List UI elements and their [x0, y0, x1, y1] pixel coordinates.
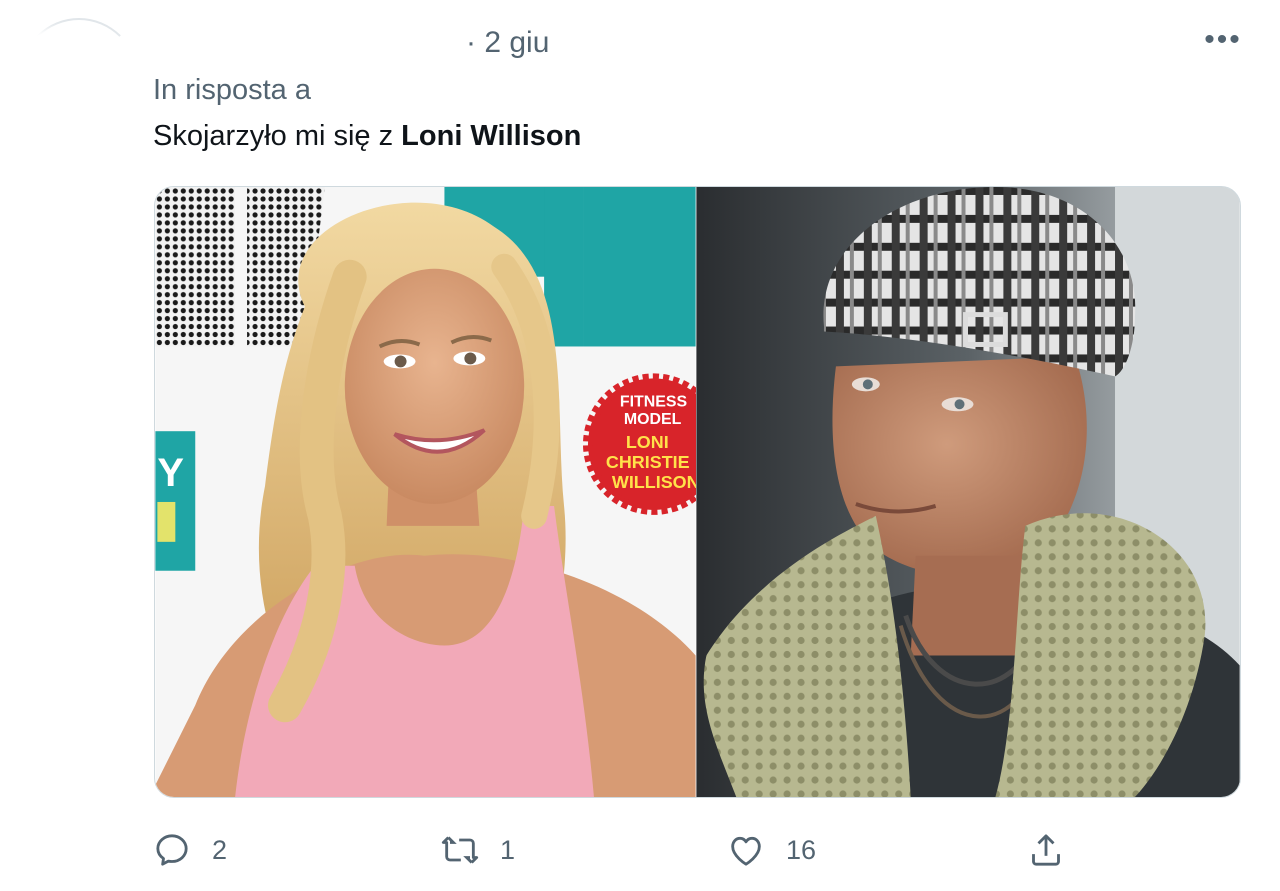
retweet-count: 1 [500, 834, 516, 865]
redaction-avatar [0, 30, 140, 126]
badge-line-5: WILLISON [612, 472, 696, 492]
tweet-timestamp[interactable]: · 2 giu [466, 26, 549, 60]
media-image-right[interactable] [696, 187, 1240, 797]
like-count: 16 [786, 834, 817, 865]
retweet-icon [441, 836, 479, 864]
reply-prefix: In risposta a [153, 74, 311, 106]
svg-text:Y: Y [157, 451, 184, 495]
badge-line-4: CHRISTIE [606, 452, 690, 472]
tweet-actions: 2 1 16 [0, 826, 1280, 874]
reply-count: 2 [212, 834, 228, 865]
tweet-media[interactable]: Y FITNESS MODEL LONI CHRISTIE WILLISON [154, 186, 1241, 798]
more-options-icon[interactable]: ••• [1198, 20, 1248, 60]
redaction-username [130, 8, 460, 68]
badge-line-2: MODEL [624, 411, 682, 428]
redaction-reply-handle [338, 62, 508, 114]
badge-line-3: LONI [626, 432, 669, 452]
reply-button[interactable]: 2 [152, 826, 227, 874]
retweet-button[interactable]: 1 [440, 826, 515, 874]
tweet-text-prefix: Skojarzyło mi się z [153, 120, 402, 152]
share-button[interactable] [1026, 826, 1066, 874]
badge-line-1: FITNESS [620, 393, 687, 410]
mentioned-name: Loni Willison [401, 120, 582, 152]
reply-icon [156, 834, 188, 866]
tweet[interactable]: · 2 giu ••• In risposta a Skojarzyło mi … [0, 0, 1280, 891]
tweet-text: Skojarzyło mi się z Loni Willison [153, 120, 581, 153]
heart-icon [731, 836, 761, 866]
share-icon [1032, 834, 1060, 866]
like-button[interactable]: 16 [726, 826, 816, 874]
media-image-left[interactable]: Y FITNESS MODEL LONI CHRISTIE WILLISON [155, 187, 696, 797]
reply-context: In risposta a [153, 74, 311, 107]
